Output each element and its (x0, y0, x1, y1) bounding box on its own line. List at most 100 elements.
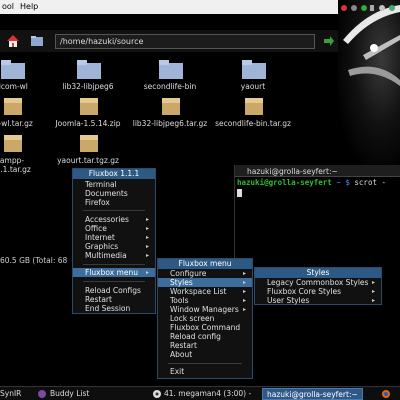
folder-up-icon[interactable] (30, 34, 44, 48)
menu-separator (168, 363, 242, 364)
menu-item-label: About (170, 350, 193, 359)
menu-item-label: Reload config (170, 332, 221, 341)
menu-item-label: Restart (85, 295, 112, 304)
archive-icon (80, 135, 98, 152)
menu-item-configure[interactable]: Configure ▸ (158, 269, 252, 278)
menu-item-label: Lock screen (170, 314, 215, 323)
menu-item-label: Graphics (85, 242, 119, 251)
menu-item-end-session[interactable]: End Session (73, 304, 155, 313)
menu-item-label: Restart (170, 341, 197, 350)
submenu-arrow-icon: ▸ (145, 243, 149, 250)
fluxbox-menu-title: Fluxbox menu (158, 259, 252, 269)
submenu-arrow-icon: ▸ (242, 306, 246, 313)
menu-item-restart[interactable]: Restart (73, 295, 155, 304)
menu-item-about[interactable]: About (158, 350, 252, 359)
archive-icon (80, 98, 98, 115)
menu-item-label: Documents (85, 189, 128, 198)
menu-item-label: Office (85, 224, 107, 233)
menu-item-fluxbox-command[interactable]: Fluxbox Command (158, 323, 252, 332)
tray-status-icons (341, 5, 395, 11)
pidgin-icon (38, 390, 46, 398)
terminal-prompt: hazuki@grolla-seyfert (237, 178, 332, 187)
submenu-arrow-icon: ▸ (145, 234, 149, 241)
file-item[interactable]: ampp- .7.1.tar.gz (0, 132, 52, 176)
home-icon[interactable] (6, 34, 20, 48)
menu-item-office[interactable]: Office ▸ (73, 224, 155, 233)
submenu-arrow-icon: ▸ (371, 279, 375, 286)
submenu-arrow-icon: ▸ (371, 288, 375, 295)
root-menu-title: Fluxbox 1.1.1 (73, 169, 155, 179)
location-input[interactable]: /home/hazuki/source (55, 34, 315, 49)
submenu-arrow-icon: ▸ (242, 270, 246, 277)
menu-item-fluxbox-menu[interactable]: Fluxbox menu ▸ (73, 268, 155, 277)
folder-icon (77, 60, 101, 79)
menu-item-tools[interactable]: Tools ▸ (158, 296, 252, 305)
styles-submenu: Styles Legacy Commonbox Styles ▸ Fluxbox … (254, 267, 382, 305)
menu-item-lock-screen[interactable]: Lock screen (158, 314, 252, 323)
file-item[interactable]: secondlife-bin.tar.gz (213, 95, 293, 139)
disk-usage-status: 60.5 GB (Total: 68 (0, 256, 68, 265)
file-name: m-wl.tar.gz (0, 119, 33, 128)
file-name: ampp- (0, 156, 25, 165)
terminal-cursor (237, 189, 242, 197)
menu-item-user-styles[interactable]: User Styles ▸ (255, 296, 381, 305)
menu-item-label: Terminal (85, 180, 117, 189)
taskbar-item-active[interactable]: hazuki@grolla-seyfert:~ (262, 388, 363, 400)
menu-item-styles[interactable]: Styles ▸ (158, 278, 252, 287)
menu-item-label: Exit (170, 367, 185, 376)
styles-menu-title: Styles (255, 268, 381, 278)
menu-tools[interactable]: ool (2, 2, 14, 11)
menu-separator (83, 281, 145, 282)
menu-item-window-managers[interactable]: Window Managers ▸ (158, 305, 252, 314)
menu-item-label: Firefox (85, 198, 110, 207)
folder-icon (242, 60, 266, 79)
menu-item-graphics[interactable]: Graphics ▸ (73, 242, 155, 251)
terminal-command-line: hazuki@grolla-seyfert ~ $ scrot - (237, 178, 386, 187)
menu-item-firefox[interactable]: Firefox (73, 198, 155, 207)
taskbar-item[interactable]: 41. megaman4 (3:00) - (164, 388, 251, 400)
submenu-arrow-icon: ▸ (242, 297, 246, 304)
menu-item-accessories[interactable]: Accessories ▸ (73, 215, 155, 224)
menu-item-multimedia[interactable]: Multimedia ▸ (73, 251, 155, 260)
submenu-arrow-icon: ▸ (371, 297, 375, 304)
taskbar-item[interactable]: SynIR (0, 388, 21, 400)
terminal-titlebar[interactable]: hazuki@grolla-seyfert:~ (235, 165, 400, 177)
go-arrow-icon[interactable] (322, 35, 335, 48)
menu-item-exit[interactable]: Exit (158, 367, 252, 376)
menu-item-label: Workspace List (170, 287, 227, 296)
folder-icon (159, 60, 183, 79)
menu-item-restart[interactable]: Restart (158, 341, 252, 350)
submenu-arrow-icon: ▸ (145, 216, 149, 223)
media-icon (153, 390, 161, 398)
file-name: dcom-wl (0, 82, 28, 91)
menu-item-internet[interactable]: Internet ▸ (73, 233, 155, 242)
menu-item-reload-config[interactable]: Reload config (158, 332, 252, 341)
menu-item-reload-configs[interactable]: Reload Configs (73, 286, 155, 295)
menu-item-fluxbox-core-styles[interactable]: Fluxbox Core Styles ▸ (255, 287, 381, 296)
file-name: lib32-libjpeg6 (62, 82, 114, 91)
menu-separator (83, 264, 145, 265)
menu-item-label: Internet (85, 233, 115, 242)
taskbar-item[interactable]: Buddy List (50, 388, 89, 400)
menu-item-label: Styles (170, 278, 193, 287)
terminal-command: scrot - (354, 178, 387, 187)
menu-item-label: Fluxbox Command (170, 323, 241, 332)
menu-item-terminal[interactable]: Terminal (73, 180, 155, 189)
file-name: yaourt (240, 82, 266, 91)
file-name: secondlife-bin (143, 82, 197, 91)
archive-icon (4, 98, 22, 115)
menu-item-documents[interactable]: Documents (73, 189, 155, 198)
menu-help[interactable]: Help (20, 2, 38, 11)
menu-item-label: Multimedia (85, 251, 127, 260)
file-manager-menubar: ool Help (0, 0, 338, 14)
menu-item-legacy-commonbox-styles[interactable]: Legacy Commonbox Styles ▸ (255, 278, 381, 287)
archive-icon (162, 98, 180, 115)
terminal-title: hazuki@grolla-seyfert:~ (247, 167, 338, 176)
file-name: yaourt.tar.tgz.gz (57, 156, 119, 165)
menu-item-workspace-list[interactable]: Workspace List ▸ (158, 287, 252, 296)
submenu-arrow-icon: ▸ (242, 288, 246, 295)
menu-item-label: Window Managers (170, 305, 239, 314)
file-item[interactable]: lib32-libjpeg6.tar.gz (130, 95, 210, 139)
folder-icon (1, 60, 25, 79)
file-name: lib32-libjpeg6.tar.gz (132, 119, 208, 128)
